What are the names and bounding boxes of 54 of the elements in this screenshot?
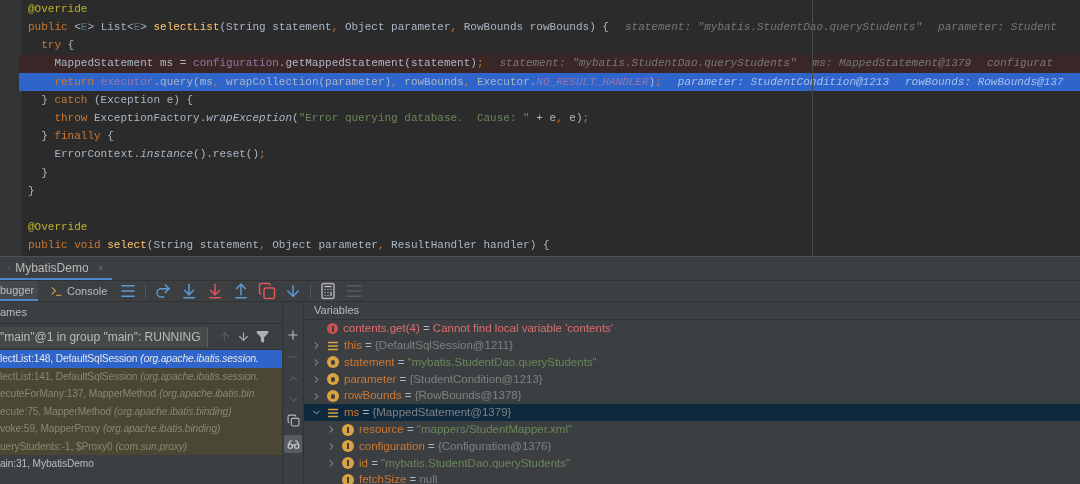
inline-value-hint: configurat bbox=[987, 56, 1054, 72]
terminal-icon bbox=[50, 284, 63, 298]
variable-entry[interactable]: configuration = {Configuration@1376} bbox=[359, 437, 552, 456]
stack-frame[interactable]: ecuteForMany:137, MapperMethod (org.apache.ibatis.bin bbox=[0, 385, 282, 403]
add-icon[interactable] bbox=[286, 328, 300, 342]
variable-entry[interactable]: this = {DefaultSqlSession@1211} bbox=[344, 337, 514, 355]
debugger-tab[interactable]: bugger bbox=[0, 281, 38, 301]
lines-icon[interactable] bbox=[345, 282, 364, 300]
up-arrow-icon[interactable] bbox=[218, 330, 231, 343]
variable-entry[interactable]: resource = "mappers/StudentMapper.xml" bbox=[359, 421, 573, 439]
calculator-icon[interactable] bbox=[319, 282, 338, 300]
code-line: @Override bbox=[28, 1, 88, 17]
debugger-tab[interactable]: Console bbox=[46, 281, 112, 301]
code-line: public void select(String statement, Object parameter, ResultHandler handler) { bbox=[28, 238, 550, 254]
glasses-button[interactable] bbox=[284, 435, 302, 453]
code-line: MappedStatement ms = configuration.getMappedStatement(statement); bbox=[53, 56, 484, 72]
filter-icon[interactable] bbox=[256, 330, 269, 343]
inline-value-hint: ms: MappedStatement@1379 bbox=[812, 56, 971, 72]
inline-value-hint: statement: "mybatis.StudentDao.queryStudents" bbox=[624, 20, 923, 36]
variable-entry[interactable]: contents.get(4) = Cannot find local variable 'contents' bbox=[343, 320, 614, 338]
variable-entry[interactable]: id = "mybatis.StudentDao.queryStudents" bbox=[359, 454, 571, 472]
stack-frame[interactable]: voke:59, MapperProxy (org.apache.ibatis.binding) bbox=[0, 420, 282, 438]
down-arrow-icon[interactable] bbox=[237, 330, 250, 343]
glasses-icon bbox=[286, 437, 300, 451]
menu-icon[interactable] bbox=[119, 282, 138, 300]
inline-value-hint: parameter: Student bbox=[938, 20, 1057, 36]
tab-label: MybatisDemo bbox=[15, 260, 89, 277]
step-over-icon[interactable] bbox=[154, 282, 173, 300]
inline-value-hint: rowBounds: RowBounds@137 bbox=[905, 74, 1064, 90]
code-line: throw ExceptionFactory.wrapException("Error querying database. Cause: " + e, e); bbox=[53, 110, 590, 126]
code-line: } finally { bbox=[40, 129, 114, 145]
variable-entry[interactable]: statement = "mybatis.StudentDao.queryStudents" bbox=[344, 353, 597, 372]
copy-icon[interactable] bbox=[286, 414, 300, 427]
thread-dropdown[interactable]: "main"@1 in group "main": RUNNING bbox=[0, 326, 208, 347]
variable-entry[interactable]: fetchSize = null bbox=[359, 471, 438, 484]
code-line: try { bbox=[40, 38, 75, 54]
code-line: public <E> List<E> selectList(String statement, Object parameter, RowBounds rowBounds) { bbox=[28, 20, 609, 36]
code-line: } bbox=[40, 165, 48, 181]
variable-entry[interactable]: rowBounds = {RowBounds@1378} bbox=[344, 387, 522, 405]
code-line: @Override bbox=[28, 220, 88, 236]
stack-lines-icon bbox=[327, 406, 339, 419]
panel-title: Variables bbox=[314, 303, 360, 318]
inline-value-hint: statement: "mybatis.StudentDao.queryStudents" bbox=[499, 56, 797, 72]
variable-entry[interactable]: parameter = {StudentCondition@1213} bbox=[344, 370, 543, 388]
code-line: ErrorContext.instance().reset(); bbox=[53, 147, 266, 163]
stack-frame[interactable]: ain:31, MybatisDemo bbox=[0, 455, 282, 473]
stack-frame[interactable]: lectList:148, DefaultSqlSession (org.apache.ibatis.session. bbox=[0, 350, 282, 368]
code-line: return executor.query(ms, wrapCollection(parameter), rowBounds, Executor.NO_RESULT_HANDLER); bbox=[53, 74, 662, 90]
code-line: } catch (Exception e) { bbox=[40, 92, 194, 108]
panel-title: ames bbox=[0, 305, 27, 321]
code-line: } bbox=[28, 183, 35, 199]
stack-lines-icon bbox=[327, 339, 339, 352]
error-icon bbox=[327, 323, 338, 335]
drop-frame-icon[interactable] bbox=[258, 282, 277, 300]
